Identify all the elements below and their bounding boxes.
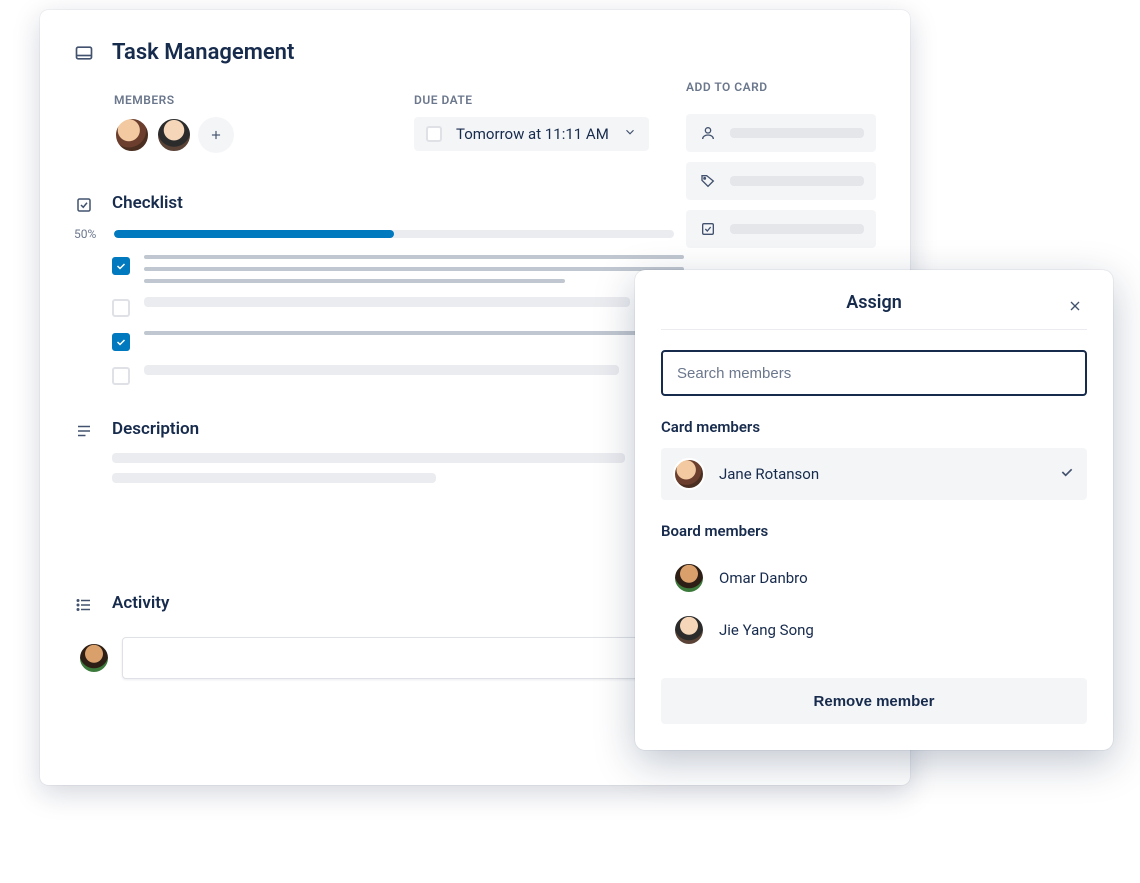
current-user-avatar[interactable] <box>78 642 110 674</box>
placeholder-bar <box>730 224 864 234</box>
search-members-input[interactable] <box>661 350 1087 396</box>
activity-comment-input[interactable] <box>122 637 662 679</box>
due-date-value: Tomorrow at 11:11 AM <box>456 125 609 143</box>
member-avatar[interactable] <box>114 117 150 153</box>
remove-member-button[interactable]: Remove member <box>661 678 1087 724</box>
checklist-icon <box>698 219 718 239</box>
member-avatar <box>673 458 705 490</box>
members-section: MEMBERS <box>114 93 394 153</box>
member-name: Omar Danbro <box>719 569 1075 587</box>
card-title-row: Task Management <box>74 40 876 65</box>
card-members-label: Card members <box>661 418 1087 436</box>
description-icon <box>74 421 94 441</box>
add-to-card-label: ADD TO CARD <box>686 80 876 94</box>
add-to-card-sidebar: ADD TO CARD <box>686 80 876 248</box>
due-date-section: DUE DATE Tomorrow at 11:11 AM <box>414 93 649 153</box>
assign-title: Assign <box>846 292 902 313</box>
board-members-label: Board members <box>661 522 1087 540</box>
checklist-checkbox[interactable] <box>112 333 130 351</box>
checklist-checkbox[interactable] <box>112 367 130 385</box>
description-placeholder[interactable] <box>112 453 652 483</box>
due-date-checkbox[interactable] <box>426 126 442 142</box>
board-member-row[interactable]: Omar Danbro <box>661 552 1087 604</box>
activity-icon <box>74 595 94 615</box>
checklist-checkbox[interactable] <box>112 257 130 275</box>
person-icon <box>698 123 718 143</box>
member-avatar <box>673 562 705 594</box>
placeholder-bar <box>730 128 864 138</box>
progress-fill <box>114 230 394 238</box>
tag-icon <box>698 171 718 191</box>
due-date-label: DUE DATE <box>414 93 649 107</box>
member-avatar <box>673 614 705 646</box>
close-icon[interactable] <box>1063 294 1087 322</box>
progress-bar <box>114 230 674 238</box>
add-members-button[interactable] <box>686 114 876 152</box>
add-checklist-button[interactable] <box>686 210 876 248</box>
assign-popup: Assign Card members Jane Rotanson Board … <box>635 270 1113 750</box>
members-avatars <box>114 117 394 153</box>
placeholder-bar <box>730 176 864 186</box>
members-label: MEMBERS <box>114 93 394 107</box>
card-icon <box>74 43 94 63</box>
add-labels-button[interactable] <box>686 162 876 200</box>
progress-percent-label: 50% <box>74 227 104 241</box>
card-title: Task Management <box>112 40 294 65</box>
member-avatar[interactable] <box>156 117 192 153</box>
member-name: Jie Yang Song <box>719 621 1075 639</box>
due-date-pill[interactable]: Tomorrow at 11:11 AM <box>414 117 649 151</box>
check-icon <box>1059 464 1075 484</box>
add-member-button[interactable] <box>198 117 234 153</box>
assign-header: Assign <box>661 292 1087 330</box>
board-member-row[interactable]: Jie Yang Song <box>661 604 1087 656</box>
checklist-icon <box>74 195 94 215</box>
card-member-row[interactable]: Jane Rotanson <box>661 448 1087 500</box>
checklist-checkbox[interactable] <box>112 299 130 317</box>
chevron-down-icon <box>623 125 637 143</box>
member-name: Jane Rotanson <box>719 465 1045 483</box>
